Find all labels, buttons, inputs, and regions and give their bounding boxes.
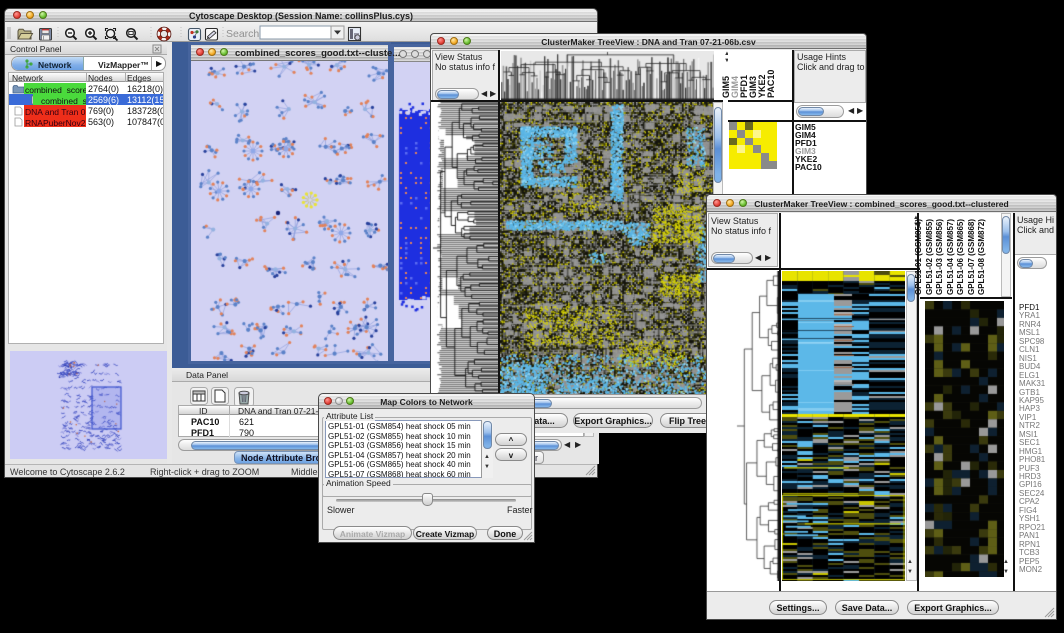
- svg-text:Search:: Search:: [226, 28, 262, 40]
